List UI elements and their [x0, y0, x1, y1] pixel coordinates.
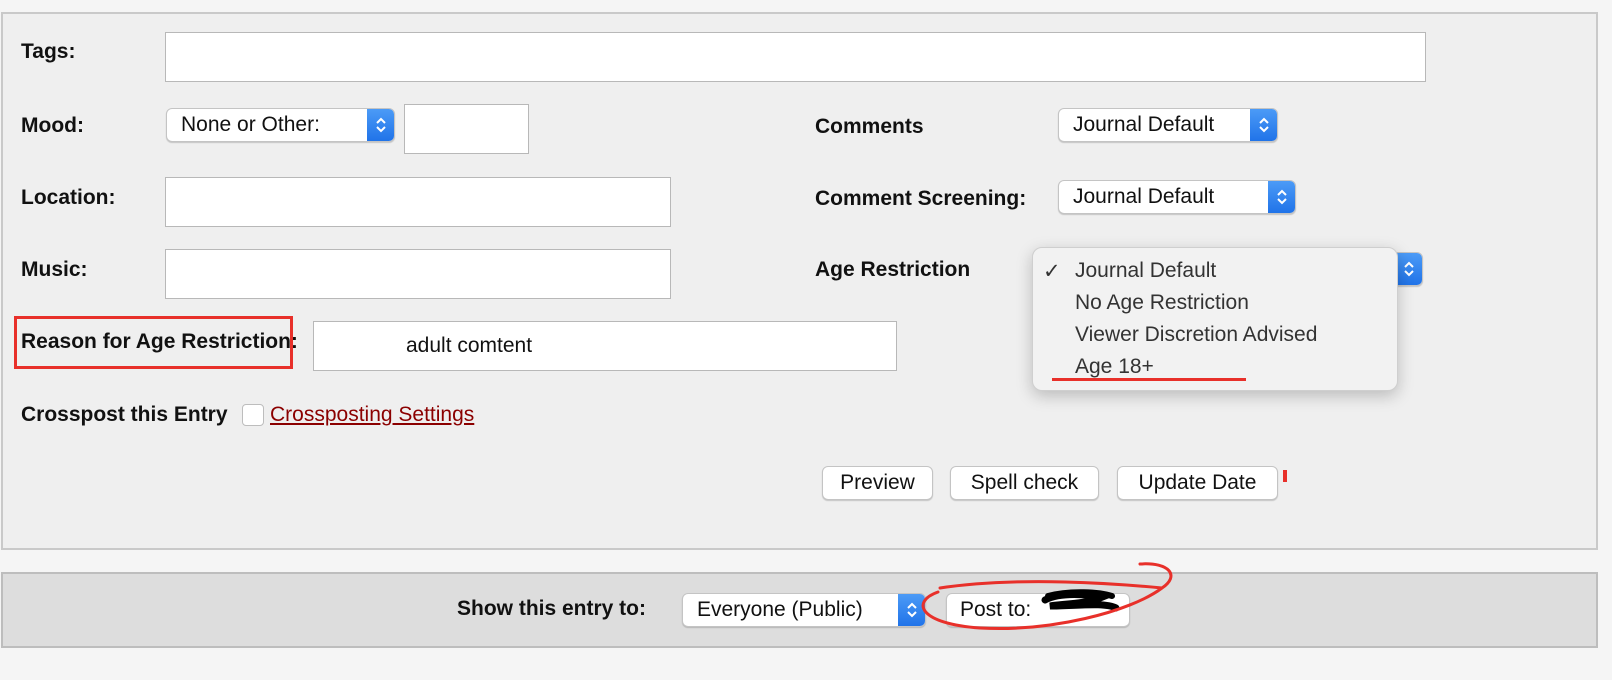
- select-stepper-icon: [367, 109, 394, 141]
- comment-screening-select[interactable]: Journal Default: [1058, 180, 1296, 214]
- menu-item-viewer-discretion[interactable]: Viewer Discretion Advised: [1075, 323, 1317, 347]
- tags-input[interactable]: [165, 32, 1426, 82]
- crosspost-label: Crosspost this Entry: [21, 403, 228, 426]
- age-restriction-menu: ✓ Journal Default No Age Restriction Vie…: [1032, 247, 1398, 391]
- comments-select-value: Journal Default: [1073, 113, 1215, 136]
- tags-label: Tags:: [21, 40, 76, 63]
- mood-select-value: None or Other:: [181, 113, 320, 136]
- comments-label: Comments: [815, 115, 924, 138]
- annotation-mark: [1283, 470, 1287, 482]
- show-entry-label: Show this entry to:: [457, 597, 646, 620]
- spell-check-button[interactable]: Spell check: [950, 466, 1099, 500]
- age-restriction-label: Age Restriction: [815, 258, 971, 281]
- preview-button[interactable]: Preview: [822, 466, 933, 500]
- location-label: Location:: [21, 186, 116, 209]
- music-label: Music:: [21, 258, 88, 281]
- comments-select[interactable]: Journal Default: [1058, 108, 1278, 142]
- checkmark-icon: ✓: [1043, 260, 1061, 283]
- reason-input[interactable]: adult comtent: [313, 321, 897, 371]
- annotation-scribble: [921, 562, 1173, 630]
- comment-screening-label: Comment Screening:: [815, 187, 1027, 210]
- select-stepper-icon: [1395, 253, 1422, 285]
- visibility-select-value: Everyone (Public): [697, 598, 863, 621]
- annotation-underline: [1052, 378, 1246, 381]
- menu-item-no-age-restriction[interactable]: No Age Restriction: [1075, 291, 1249, 315]
- music-input[interactable]: [165, 249, 671, 299]
- select-stepper-icon: [1268, 181, 1295, 213]
- update-date-button[interactable]: Update Date: [1117, 466, 1278, 500]
- mood-select[interactable]: None or Other:: [166, 108, 395, 142]
- location-input[interactable]: [165, 177, 671, 227]
- mood-custom-input[interactable]: [404, 104, 529, 154]
- menu-item-journal-default[interactable]: Journal Default: [1075, 259, 1216, 283]
- comment-screening-select-value: Journal Default: [1073, 185, 1215, 208]
- crossposting-settings-link[interactable]: Crossposting Settings: [270, 403, 474, 427]
- reason-input-value: adult comtent: [406, 334, 533, 357]
- mood-label: Mood:: [21, 114, 84, 137]
- visibility-select[interactable]: Everyone (Public): [682, 593, 926, 627]
- annotation-box: [14, 316, 293, 369]
- menu-item-age-18[interactable]: Age 18+: [1075, 355, 1154, 379]
- crosspost-checkbox[interactable]: [242, 404, 264, 426]
- select-stepper-icon: [1250, 109, 1277, 141]
